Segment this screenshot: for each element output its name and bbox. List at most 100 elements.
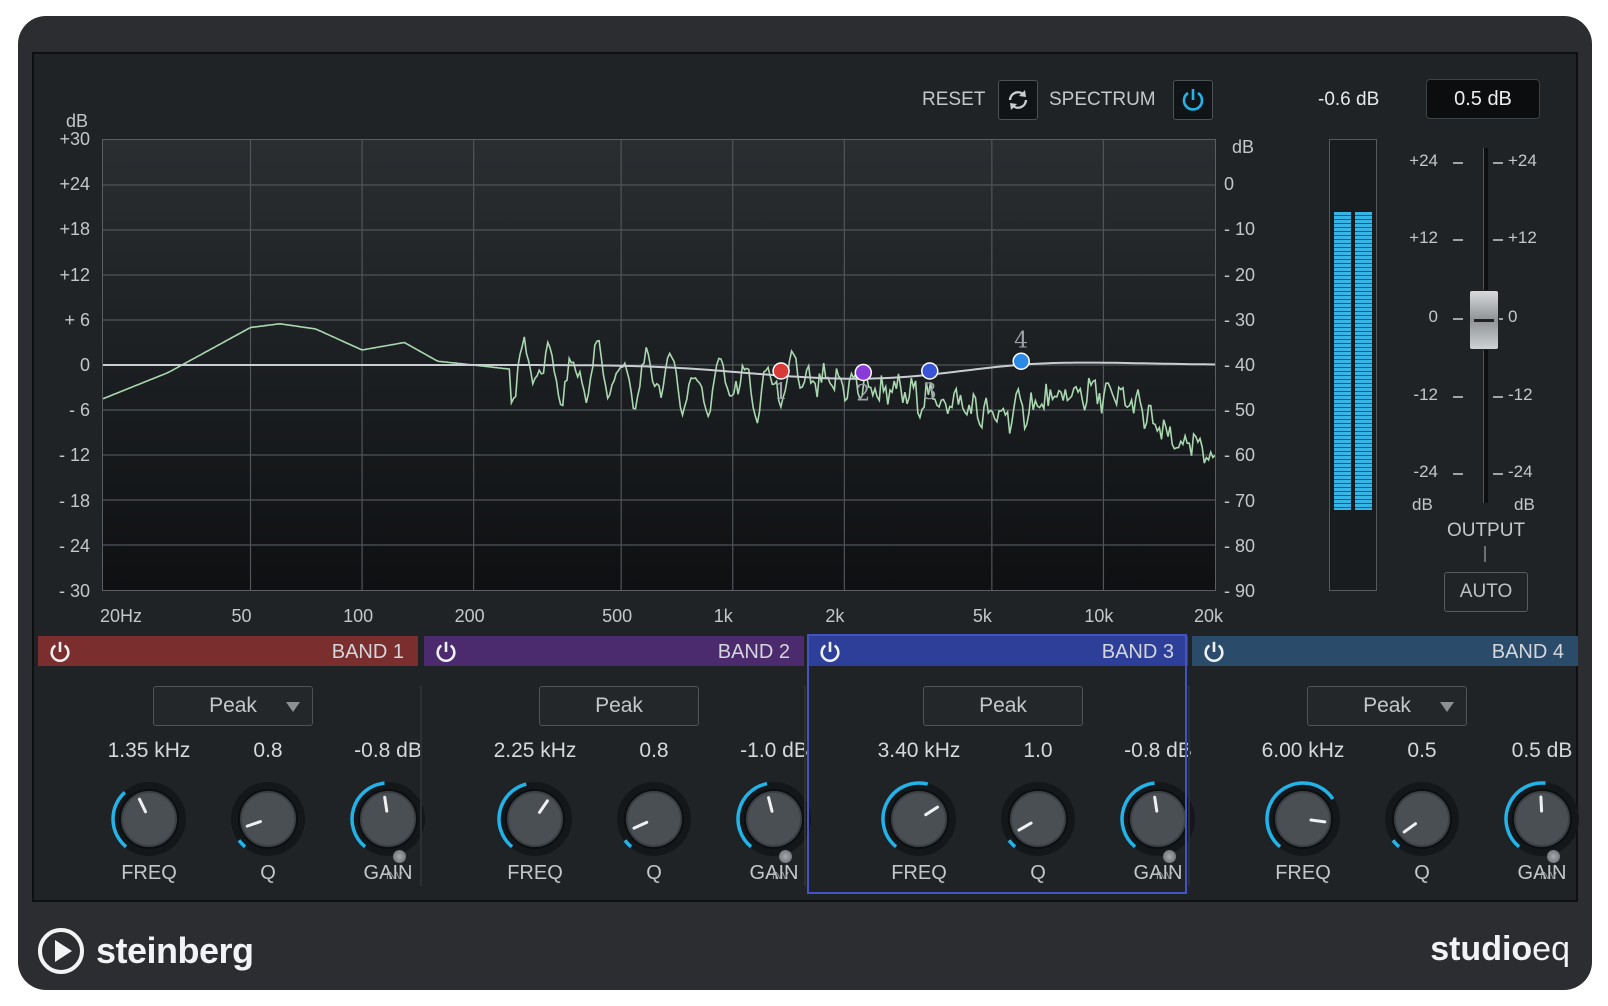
right-axis-tick: - 20 xyxy=(1224,264,1256,285)
output-unit-right: dB xyxy=(1514,495,1535,514)
band-1-invert-toggle[interactable] xyxy=(393,850,406,863)
right-axis-tick: 0 xyxy=(1224,174,1235,195)
band-2-filter-type-dropdown[interactable]: Peak xyxy=(539,686,699,726)
right-axis-tick: - 40 xyxy=(1224,355,1256,375)
power-icon xyxy=(1182,89,1204,111)
refresh-icon xyxy=(1008,90,1028,110)
meter-bar-left xyxy=(1334,211,1351,510)
band-2-freq-value: 2.25 kHz xyxy=(493,739,577,762)
output-scale-tick-left: -12 xyxy=(1413,385,1438,404)
left-axis-tick: - 24 xyxy=(58,535,90,556)
band-2-q-knob[interactable] xyxy=(613,778,695,860)
band-2-q-value: 0.8 xyxy=(639,739,669,762)
output-unit-left: dB xyxy=(1412,495,1433,514)
band-2-invert-toggle[interactable] xyxy=(779,850,792,863)
right-axis-unit: dB xyxy=(1232,137,1255,157)
left-axis-tick: - 18 xyxy=(58,490,90,511)
left-axis-tick: + 6 xyxy=(64,309,90,330)
band-2-invert-label: INV xyxy=(772,871,789,882)
band-2-q-label: Q xyxy=(646,862,662,884)
band-separator xyxy=(420,686,422,886)
right-axis-tick: - 10 xyxy=(1224,219,1256,240)
filter-type-label: Peak xyxy=(209,694,257,717)
band-1-invert-label: INV xyxy=(386,871,403,882)
band-2-node-label: 2 xyxy=(856,382,870,407)
band-4-node-label: 4 xyxy=(1014,328,1028,353)
output-scale-mark-left xyxy=(1453,239,1463,241)
steinberg-logo-icon xyxy=(38,928,84,974)
band-4-filter-type-dropdown[interactable]: Peak xyxy=(1307,686,1467,726)
output-scale-mark-right xyxy=(1493,473,1503,475)
auto-button[interactable]: AUTO xyxy=(1444,572,1528,612)
band-4-node[interactable] xyxy=(1012,352,1030,370)
band-1-filter-type-dropdown[interactable]: Peak xyxy=(153,686,313,726)
product-name-light: eq xyxy=(1532,930,1570,968)
left-axis-tick: - 12 xyxy=(58,445,90,466)
output-fader-handle[interactable] xyxy=(1469,290,1499,350)
output-value-display[interactable]: 0.5 dB xyxy=(1426,79,1540,119)
spectrum-power-button[interactable] xyxy=(1173,80,1213,120)
band-4-q-knob[interactable] xyxy=(1381,778,1463,860)
frequency-tick: 100 xyxy=(343,606,374,626)
power-icon[interactable] xyxy=(434,640,458,664)
output-scale-tick-right: -12 xyxy=(1508,385,1533,404)
frequency-tick: 1k xyxy=(713,606,733,626)
band-2-gain-knob[interactable] xyxy=(733,778,815,860)
output-connector xyxy=(1484,546,1486,562)
output-scale-mark-left xyxy=(1453,396,1463,398)
band-1-gain-knob[interactable] xyxy=(347,778,429,860)
band-1-freq-knob[interactable] xyxy=(108,778,190,860)
band-1-node-label: 1 xyxy=(774,380,788,405)
band-2-header[interactable]: BAND 2 xyxy=(424,636,804,666)
band-4-gain-knob[interactable] xyxy=(1501,778,1583,860)
band-1-q-knob[interactable] xyxy=(227,778,309,860)
left-axis-tick: +30 xyxy=(59,129,90,149)
chevron-down-icon xyxy=(1440,702,1454,712)
output-scale-tick-right: +24 xyxy=(1508,151,1537,170)
output-scale-tick-right: 0 xyxy=(1508,307,1518,326)
band-1-gain-value: -0.8 dB xyxy=(354,739,422,762)
right-axis-tick: - 60 xyxy=(1224,445,1256,466)
output-scale-tick-left: 0 xyxy=(1428,307,1438,326)
band-4-title: BAND 4 xyxy=(1491,641,1564,663)
frequency-tick: 10k xyxy=(1084,606,1114,626)
band-4-invert-toggle[interactable] xyxy=(1547,850,1560,863)
output-scale-mark-left xyxy=(1453,162,1463,164)
band-2-node[interactable] xyxy=(854,363,873,382)
output-scale-tick-left: +24 xyxy=(1409,151,1438,170)
band-1-title: BAND 1 xyxy=(331,641,404,663)
band-4-freq-knob[interactable] xyxy=(1262,778,1344,860)
filter-type-label: Peak xyxy=(595,694,643,717)
band-1-freq-label: FREQ xyxy=(121,862,177,884)
band-3-selection-frame xyxy=(807,634,1187,894)
frequency-tick: 20k xyxy=(1194,606,1224,626)
frequency-tick: 20Hz xyxy=(100,606,143,626)
eq-graph-svg: 1 2 3 4 xyxy=(103,140,1215,590)
right-axis-tick: - 50 xyxy=(1224,400,1256,421)
band-1-node[interactable] xyxy=(772,362,790,380)
band-separator xyxy=(1188,686,1190,886)
left-axis-tick: - 6 xyxy=(68,400,90,421)
left-axis-tick: +18 xyxy=(59,219,90,240)
band-2-title: BAND 2 xyxy=(717,641,790,663)
spectrum-trace xyxy=(103,322,1215,464)
band-4-header[interactable]: BAND 4 xyxy=(1192,636,1578,666)
frequency-tick: 200 xyxy=(454,606,485,626)
power-icon[interactable] xyxy=(1202,640,1226,664)
company-name: steinberg xyxy=(96,930,254,971)
band-1-freq-value: 1.35 kHz xyxy=(107,739,191,762)
band-1-header[interactable]: BAND 1 xyxy=(38,636,418,666)
right-axis-tick: - 30 xyxy=(1224,309,1256,330)
band-4-gain-value: 0.5 dB xyxy=(1511,739,1573,762)
band-3-node[interactable] xyxy=(921,362,939,380)
eq-graph[interactable]: 1 2 3 4 xyxy=(102,139,1216,591)
product-name-bold: studio xyxy=(1430,930,1533,968)
reset-button[interactable] xyxy=(998,80,1038,120)
meter-bar-right xyxy=(1355,211,1372,510)
power-icon[interactable] xyxy=(48,640,72,664)
output-scale-tick-right: -24 xyxy=(1508,462,1533,481)
band-4-q-value: 0.5 xyxy=(1407,739,1437,762)
band-4-freq-value: 6.00 kHz xyxy=(1261,739,1345,762)
band-2-freq-knob[interactable] xyxy=(494,778,576,860)
output-scale-mark-right xyxy=(1493,162,1503,164)
